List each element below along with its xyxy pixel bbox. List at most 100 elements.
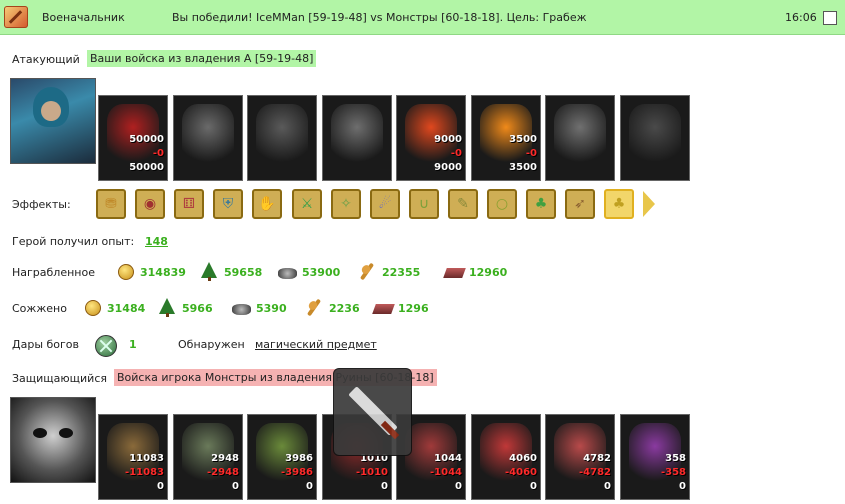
burned-grain-value: 2236 xyxy=(329,302,360,315)
attacker-unit-art xyxy=(480,104,532,162)
defender-unit-loss: -4060 xyxy=(505,467,537,478)
attacker-unit-card[interactable] xyxy=(173,95,243,181)
hand-effect-icon-glyph: ☄ xyxy=(378,196,392,212)
attacker-unit-card[interactable] xyxy=(545,95,615,181)
attacker-unit-count: 9000 xyxy=(434,134,462,145)
defender-label: Защищающийся xyxy=(12,372,107,385)
effects-scroll-right-arrow-icon[interactable] xyxy=(643,191,655,217)
defender-hero-portrait[interactable] xyxy=(10,397,96,483)
attacker-unit-remain: 50000 xyxy=(129,162,164,173)
defender-unit-remain: 0 xyxy=(381,481,388,492)
defender-unit-card[interactable]: 4782 -4782 0 xyxy=(545,414,615,500)
boot-effect-icon[interactable]: ∪ xyxy=(409,189,439,219)
defender-unit-count: 4060 xyxy=(509,453,537,464)
handshake-effect-icon-glyph: ✧ xyxy=(340,196,352,212)
commander-icon[interactable] xyxy=(4,6,28,28)
clock: 16:06 xyxy=(785,11,817,24)
attacker-unit-art xyxy=(554,104,606,162)
handshake-effect-icon[interactable]: ✧ xyxy=(331,189,361,219)
attacker-hero-portrait[interactable] xyxy=(10,78,96,164)
clover-effect-icon-glyph: ♣ xyxy=(534,196,548,212)
attacker-unit-art xyxy=(182,104,234,162)
plundered-gold-value: 314839 xyxy=(140,266,186,279)
coins-effect-icon-glyph: ⛃ xyxy=(105,196,117,212)
burned-wood-value: 5966 xyxy=(182,302,213,315)
attacker-unit-art xyxy=(405,104,457,162)
grain-icon xyxy=(357,262,377,281)
shield-effect-icon-glyph: ⛨ xyxy=(222,196,234,212)
defender-unit-card[interactable]: 3986 -3986 0 xyxy=(247,414,317,500)
attacker-unit-remain: 3500 xyxy=(509,162,537,173)
clover-effect-icon[interactable]: ♣ xyxy=(526,189,556,219)
defender-unit-loss: -4782 xyxy=(579,467,611,478)
experience-value[interactable]: 148 xyxy=(145,235,168,248)
attacker-unit-card[interactable] xyxy=(247,95,317,181)
attacker-unit-card[interactable]: 50000 -0 50000 xyxy=(98,95,168,181)
coins-effect-icon[interactable]: ⛃ xyxy=(96,189,126,219)
plundered-stone-value: 12960 xyxy=(469,266,508,279)
wood-icon xyxy=(199,262,219,281)
dice-effect-icon[interactable]: ⚅ xyxy=(174,189,204,219)
attacker-label: Атакующий xyxy=(12,53,80,66)
defender-unit-loss: -1044 xyxy=(430,467,462,478)
hand-effect-icon[interactable]: ☄ xyxy=(370,189,400,219)
ore-icon xyxy=(277,262,297,280)
plundered-ore-value: 53900 xyxy=(302,266,341,279)
stone-icon xyxy=(372,298,395,316)
ore-icon xyxy=(231,298,251,316)
ring-effect-icon-glyph: ○ xyxy=(495,196,509,212)
attacker-unit-card[interactable]: 9000 -0 9000 xyxy=(396,95,466,181)
bow-effect-icon[interactable]: ➶ xyxy=(565,189,595,219)
defender-unit-count: 11083 xyxy=(129,453,164,464)
shield-effect-icon[interactable]: ⛨ xyxy=(213,189,243,219)
plundered-label: Награбленное xyxy=(12,266,95,279)
defender-unit-card[interactable]: 11083 -11083 0 xyxy=(98,414,168,500)
defender-unit-card[interactable]: 358 -358 0 xyxy=(620,414,690,500)
window-toggle-checkbox[interactable] xyxy=(823,11,837,25)
hero-face-shape xyxy=(41,101,61,121)
attacker-unit-card[interactable] xyxy=(620,95,690,181)
scroll-effect-icon[interactable]: ✎ xyxy=(448,189,478,219)
clover-gold-effect-icon-glyph: ♣ xyxy=(612,196,626,212)
magic-item-link[interactable]: магический предмет xyxy=(255,338,377,351)
attacker-unit-card[interactable]: 3500 -0 3500 xyxy=(471,95,541,181)
item-tooltip-popup xyxy=(333,368,412,456)
sword-effect-icon[interactable]: ⚔ xyxy=(292,189,322,219)
gifts-label: Дары богов xyxy=(12,338,80,351)
attacker-unit-art xyxy=(256,104,308,162)
attacker-unit-loss: -0 xyxy=(450,148,462,159)
defender-unit-remain: 0 xyxy=(455,481,462,492)
attacker-unit-card[interactable] xyxy=(322,95,392,181)
hand-shield-effect-icon[interactable]: ✋ xyxy=(252,189,282,219)
attacker-unit-art xyxy=(629,104,681,162)
defender-unit-card[interactable]: 4060 -4060 0 xyxy=(471,414,541,500)
burned-gold-value: 31484 xyxy=(107,302,146,315)
ring-effect-icon[interactable]: ○ xyxy=(487,189,517,219)
title-bar: Военачальник Вы победили! IceMMan [59-19… xyxy=(0,0,845,35)
defender-unit-remain: 0 xyxy=(157,481,164,492)
defender-unit-count: 358 xyxy=(665,453,686,464)
skull-eye-left-shape xyxy=(33,428,47,438)
defender-unit-loss: -3986 xyxy=(281,467,313,478)
attacker-unit-art xyxy=(331,104,383,162)
window-title: Военачальник xyxy=(42,11,125,24)
defender-unit-count: 2948 xyxy=(211,453,239,464)
defender-unit-loss: -2948 xyxy=(207,467,239,478)
sword-effect-icon-glyph: ⚔ xyxy=(300,196,314,212)
clover-gold-effect-icon[interactable]: ♣ xyxy=(604,189,634,219)
defender-unit-remain: 0 xyxy=(530,481,537,492)
gold-icon xyxy=(82,298,102,316)
plundered-wood-value: 59658 xyxy=(224,266,263,279)
defender-unit-count: 4782 xyxy=(583,453,611,464)
experience-label: Герой получил опыт: xyxy=(12,235,135,248)
eye-effect-icon[interactable]: ◉ xyxy=(135,189,165,219)
defender-unit-card[interactable]: 2948 -2948 0 xyxy=(173,414,243,500)
defender-unit-remain: 0 xyxy=(604,481,611,492)
stone-icon xyxy=(443,262,466,280)
attacker-unit-loss: -0 xyxy=(525,148,537,159)
attacker-unit-loss: -0 xyxy=(152,148,164,159)
dice-effect-icon-glyph: ⚅ xyxy=(182,196,196,212)
defender-unit-remain: 0 xyxy=(306,481,313,492)
hand-shield-effect-icon-glyph: ✋ xyxy=(258,196,276,212)
defender-unit-loss: -1010 xyxy=(356,467,388,478)
